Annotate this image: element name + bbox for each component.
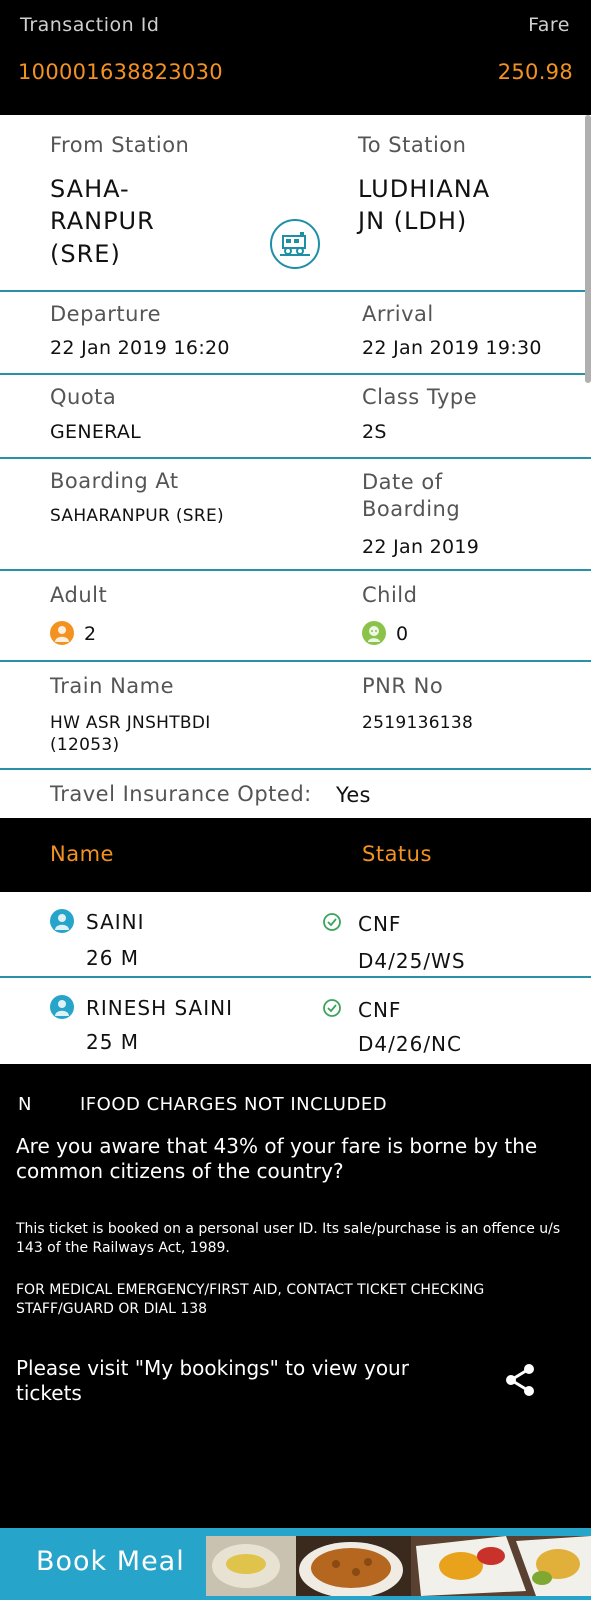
date-of-boarding-label: Date of Boarding xyxy=(362,470,461,522)
departure-value: 22 Jan 2019 16:20 xyxy=(50,337,230,359)
ticket-info-section: N IFOOD CHARGES NOT INCLUDED Are you awa… xyxy=(0,1064,591,1528)
pnr-label: PNR No xyxy=(362,674,444,698)
child-label: Child xyxy=(362,583,418,607)
arrival-value: 22 Jan 2019 19:30 xyxy=(362,337,542,359)
name-column-header: Name xyxy=(50,842,114,866)
booking-status: CNF xyxy=(358,998,402,1022)
insurance-row: Travel Insurance Opted: Yes xyxy=(0,770,591,818)
passenger-row: SAINI 26 M CNF D4/25/WS xyxy=(0,892,591,978)
medical-emergency-notice: FOR MEDICAL EMERGENCY/FIRST AID, CONTACT… xyxy=(16,1282,485,1317)
status-column-header: Status xyxy=(362,842,432,866)
seat-number: D4/25/WS xyxy=(358,949,466,973)
adult-label: Adult xyxy=(50,583,108,607)
personal-id-notice: This ticket is booked on a personal user… xyxy=(16,1221,561,1256)
to-station-label: To Station xyxy=(358,133,467,157)
scrollbar[interactable] xyxy=(585,115,591,383)
booking-status: CNF xyxy=(358,912,402,936)
passenger-age-gender: 25 M xyxy=(86,1030,140,1054)
fare-label: Fare xyxy=(528,14,570,36)
fare-value: 250.98 xyxy=(497,60,573,84)
from-station-value: SAHA- RANPUR (SRE) xyxy=(50,175,155,268)
journey-details-card: From Station SAHA- RANPUR (SRE) To Stati… xyxy=(0,115,591,818)
book-meal-label: Book Meal xyxy=(36,1546,185,1577)
transaction-id-label: Transaction Id xyxy=(20,14,160,36)
class-type-value: 2S xyxy=(362,421,387,443)
quota-value: GENERAL xyxy=(50,421,142,443)
passenger-age-gender: 26 M xyxy=(86,946,140,970)
pnr-value: 2519136138 xyxy=(362,713,474,733)
train-name-value: HW ASR JNSHTBDI (12053) xyxy=(50,713,211,756)
train-icon xyxy=(270,219,320,269)
child-icon xyxy=(362,621,386,645)
station-section: From Station SAHA- RANPUR (SRE) To Stati… xyxy=(0,115,591,292)
adult-icon xyxy=(50,621,74,645)
check-circle-icon xyxy=(322,998,342,1022)
boarding-section: Boarding At SAHARANPUR (SRE) Date of Boa… xyxy=(0,459,591,571)
transaction-id-value: 100001638823030 xyxy=(18,60,223,84)
arrival-label: Arrival xyxy=(362,302,434,326)
passenger-name: SAINI xyxy=(86,910,145,934)
to-station-value: LUDHIANA JN (LDH) xyxy=(358,175,491,236)
view-bookings-message: Please visit "My bookings" to view your … xyxy=(16,1356,409,1405)
insurance-value: Yes xyxy=(336,783,371,807)
date-of-boarding-value: 22 Jan 2019 xyxy=(362,536,480,558)
passenger-name: RINESH SAINI xyxy=(86,996,233,1020)
adult-count: 2 xyxy=(84,623,97,645)
train-name-label: Train Name xyxy=(50,674,175,698)
passenger-table-header: Name Status xyxy=(0,818,591,892)
share-icon[interactable] xyxy=(500,1360,540,1400)
passenger-list: SAINI 26 M CNF D4/25/WS RINESH SAINI 25 … xyxy=(0,892,591,1064)
passenger-row: RINESH SAINI 25 M CNF D4/26/NC xyxy=(0,978,591,1064)
fare-subsidy-notice: Are you aware that 43% of your fare is b… xyxy=(16,1134,538,1183)
seat-number: D4/26/NC xyxy=(358,1032,462,1056)
child-count: 0 xyxy=(396,623,409,645)
passenger-count-section: Adult 2 Child 0 xyxy=(0,571,591,662)
passenger-icon xyxy=(50,909,74,933)
class-type-label: Class Type xyxy=(362,385,478,409)
boarding-at-label: Boarding At xyxy=(50,469,179,493)
food-charges-notice: IFOOD CHARGES NOT INCLUDED xyxy=(80,1094,388,1115)
boarding-at-value: SAHARANPUR (SRE) xyxy=(50,506,224,526)
transaction-header: Transaction Id Fare 100001638823030 250.… xyxy=(0,0,591,115)
timing-section: Departure 22 Jan 2019 16:20 Arrival 22 J… xyxy=(0,292,591,375)
insurance-label: Travel Insurance Opted: xyxy=(50,782,312,806)
check-circle-icon xyxy=(322,912,342,936)
quota-label: Quota xyxy=(50,385,117,409)
notice-prefix: N xyxy=(18,1094,32,1115)
from-station-label: From Station xyxy=(50,133,190,157)
departure-label: Departure xyxy=(50,302,162,326)
quota-section: Quota GENERAL Class Type 2S xyxy=(0,375,591,459)
passenger-icon xyxy=(50,995,74,1019)
train-section: Train Name HW ASR JNSHTBDI (12053) PNR N… xyxy=(0,662,591,770)
food-image xyxy=(206,1536,591,1598)
